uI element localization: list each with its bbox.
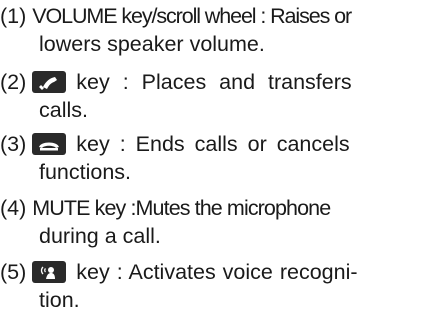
voice-recognition-icon bbox=[32, 261, 67, 283]
item-text-line1: key : Ends calls or cancels bbox=[76, 132, 350, 156]
item-text-line2: during a call. bbox=[39, 224, 161, 248]
item-text-line2: calls. bbox=[39, 98, 88, 122]
item-number: (5) bbox=[0, 260, 27, 284]
list-item-end-key: (3) key : Ends calls or cancels function… bbox=[0, 130, 447, 186]
item-text-line1: key : Activates voice recogni- bbox=[76, 260, 358, 284]
item-number: (2) bbox=[0, 70, 27, 94]
list-item-mute: (4) MUTE key :Mutes the microphone durin… bbox=[0, 194, 447, 250]
item-text-line1: MUTE key :Mutes the microphone bbox=[32, 196, 331, 220]
item-text-line2: functions. bbox=[39, 160, 132, 184]
item-number: (4) bbox=[0, 196, 27, 220]
item-number: (1) bbox=[0, 4, 27, 28]
item-number: (3) bbox=[0, 132, 27, 156]
phone-handset-icon bbox=[32, 71, 67, 93]
list-item-volume: (1) VOLUME key/scroll wheel : Raises or … bbox=[0, 2, 447, 58]
list-item-talk-key: (2) key : Places and transfers calls. bbox=[0, 68, 447, 124]
hang-up-icon bbox=[32, 133, 67, 155]
item-text-line2: lowers speaker volume. bbox=[39, 32, 265, 56]
list-item-voice: (5) key : Activates voice recogni- tion. bbox=[0, 258, 447, 314]
item-text-line2: tion. bbox=[39, 288, 80, 312]
item-text-line1: VOLUME key/scroll wheel : Raises or bbox=[32, 4, 352, 28]
item-text-line1: key : Places and transfers bbox=[76, 70, 352, 94]
